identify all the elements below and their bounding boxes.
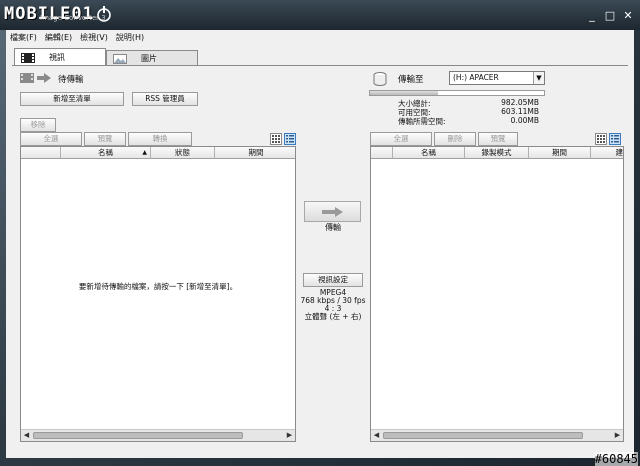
audio-text: 立體聲 (左 + 右) [304, 312, 362, 321]
device-scroll-left-icon[interactable]: ◀ [371, 430, 382, 441]
title-bar: MOBILE01 Image Converter 3 _ □ ✕ [0, 0, 640, 30]
list-view-icon[interactable] [284, 133, 296, 145]
scroll-left-icon[interactable]: ◀ [21, 430, 32, 441]
device-list-header: 名稱 錄製模式 期間 建 [371, 147, 623, 159]
select-all-button[interactable]: 全選 [20, 132, 82, 146]
remove-button[interactable]: 移除 [20, 118, 56, 132]
menu-view[interactable]: 檢視(V) [80, 32, 108, 43]
device-column-mode-label: 錄製模式 [481, 148, 512, 157]
close-button[interactable]: ✕ [622, 10, 634, 22]
device-column-spacer [371, 147, 393, 159]
device-list-view-icon[interactable] [609, 133, 621, 145]
device-column-extra-label: 建 [615, 148, 624, 157]
menu-file[interactable]: 檔案(F) [10, 32, 37, 43]
thumbnail-view-icon[interactable] [270, 133, 282, 145]
column-duration[interactable]: 期間 [215, 147, 297, 159]
device-column-duration-label: 期間 [552, 148, 567, 157]
column-name[interactable]: 名稱 ▲ [61, 147, 151, 159]
queue-list[interactable]: 名稱 ▲ 狀態 期間 要新增待傳輸的檔案，請按一下 [新增至清單]。 ◀ ▶ [20, 146, 296, 442]
window-subtitle: Image Converter 3 [40, 14, 106, 22]
transfer-label: 傳輸 [325, 223, 341, 232]
total-size-value: 982.05MB [501, 98, 539, 107]
device-select-all-button[interactable]: 全選 [370, 132, 432, 146]
delete-button[interactable]: 刪除 [434, 132, 476, 146]
device-column-name-label: 名稱 [421, 148, 436, 157]
tab-video[interactable]: 視訊 [14, 48, 106, 66]
convert-button[interactable]: 轉換 [128, 132, 192, 146]
scroll-thumb[interactable] [33, 432, 243, 439]
add-to-list-button[interactable]: 新增至清單 [20, 92, 124, 106]
device-scroll-right-icon[interactable]: ▶ [612, 430, 623, 441]
minimize-button[interactable]: _ [586, 10, 598, 22]
main-client-area: 視訊 圖片 待傳輸 新增至清單 RSS 管理員 移除 全選 預覽 轉換 名稱 ▲… [6, 44, 634, 458]
video-settings-button[interactable]: 視訊設定 [303, 273, 363, 287]
device-scroll-thumb[interactable] [383, 432, 583, 439]
device-list[interactable]: 名稱 錄製模式 期間 建 ◀ ▶ [370, 146, 624, 442]
queue-list-header: 名稱 ▲ 狀態 期間 [21, 147, 295, 159]
picture-icon [113, 53, 127, 64]
maximize-button[interactable]: □ [604, 10, 616, 22]
free-space-value: 603.11MB [501, 107, 539, 116]
menu-edit[interactable]: 編輯(E) [45, 32, 72, 43]
film-icon [21, 52, 35, 63]
column-status[interactable]: 狀態 [151, 147, 215, 159]
scroll-right-icon[interactable]: ▶ [284, 430, 295, 441]
menu-bar: 檔案(F) 編輯(E) 檢視(V) 說明(H) [6, 30, 634, 44]
device-horizontal-scrollbar[interactable]: ◀ ▶ [371, 429, 623, 441]
rss-manager-button[interactable]: RSS 管理員 [132, 92, 198, 106]
required-space-value: 0.00MB [510, 116, 539, 125]
transfer-button[interactable] [304, 201, 361, 222]
required-space-label: 傳輸所需空間: [398, 117, 446, 126]
sort-arrow-icon: ▲ [142, 149, 147, 156]
device-thumbnail-view-icon[interactable] [595, 133, 607, 145]
queue-icon [20, 73, 51, 83]
tab-divider [12, 65, 628, 66]
column-duration-label: 期間 [248, 148, 264, 157]
device-select-value: (H:) APACER [453, 73, 499, 82]
column-status-label: 狀態 [175, 148, 190, 157]
tab-video-label: 視訊 [49, 53, 65, 62]
storage-usage-bar [369, 90, 545, 96]
device-column-name[interactable]: 名稱 [393, 147, 465, 159]
device-column-mode[interactable]: 錄製模式 [465, 147, 529, 159]
arrow-right-icon [321, 206, 343, 217]
menu-help[interactable]: 說明(H) [116, 32, 144, 43]
storage-usage-fill [370, 91, 438, 95]
tab-picture[interactable]: 圖片 [106, 50, 198, 66]
drive-icon [373, 72, 387, 86]
column-name-label: 名稱 [98, 148, 113, 157]
preview-button[interactable]: 預覽 [84, 132, 126, 146]
device-column-duration[interactable]: 期間 [529, 147, 591, 159]
device-preview-button[interactable]: 預覽 [478, 132, 518, 146]
destination-header: 傳輸至 [398, 75, 424, 85]
queue-header: 待傳輸 [58, 75, 84, 85]
queue-horizontal-scrollbar[interactable]: ◀ ▶ [21, 429, 295, 441]
device-column-extra[interactable]: 建 [591, 147, 625, 159]
tab-picture-label: 圖片 [141, 54, 157, 63]
empty-list-message: 要新增待傳輸的檔案，請按一下 [新增至清單]。 [78, 282, 238, 291]
chevron-down-icon[interactable]: ▼ [533, 72, 544, 84]
column-spacer [21, 147, 61, 159]
watermark: #60845 [594, 452, 638, 466]
device-select[interactable]: (H:) APACER ▼ [449, 71, 545, 85]
